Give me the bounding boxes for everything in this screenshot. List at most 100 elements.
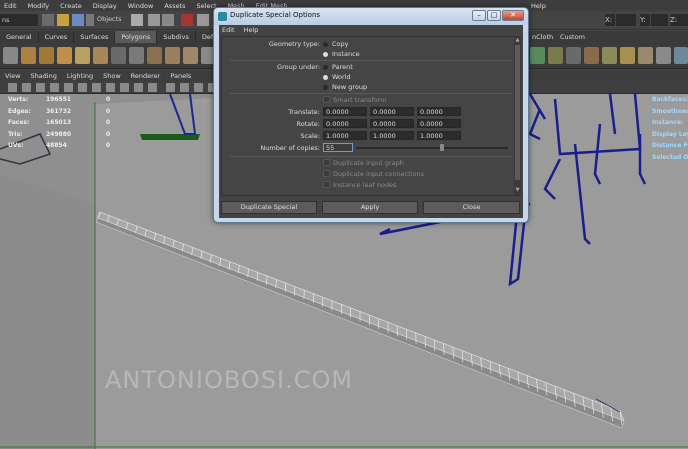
scale-x-field[interactable]: 1.0000 <box>323 131 367 140</box>
poly-torus-icon[interactable] <box>93 47 108 64</box>
smooth-icon[interactable] <box>165 47 180 64</box>
menu-edit[interactable]: Edit <box>4 2 17 10</box>
bookmark-icon[interactable] <box>22 83 31 92</box>
poly-sphere-icon[interactable] <box>3 47 18 64</box>
select-by-hierarchy-icon[interactable] <box>131 14 143 26</box>
maximize-button[interactable]: □ <box>487 10 501 21</box>
separate-icon[interactable] <box>129 47 144 64</box>
combine-icon[interactable] <box>111 47 126 64</box>
select-by-object-icon[interactable] <box>148 14 160 26</box>
poly-cone-icon[interactable] <box>57 47 72 64</box>
menu-display[interactable]: Display <box>93 2 117 10</box>
instance-leaf-nodes-checkbox[interactable] <box>323 181 330 188</box>
select-by-component-icon[interactable] <box>162 14 174 26</box>
group-world-label[interactable]: World <box>332 73 351 81</box>
menu-create[interactable]: Create <box>60 2 82 10</box>
copies-field[interactable]: 55 <box>323 143 353 152</box>
panel-menu-shading[interactable]: Shading <box>30 72 56 80</box>
scale-z-field[interactable]: 1.0000 <box>417 131 461 140</box>
tab-ncloth[interactable]: nCloth <box>527 31 559 43</box>
group-new-group-radio[interactable] <box>323 85 328 90</box>
tab-subdivs[interactable]: Subdivs <box>157 31 196 43</box>
bounding-box-icon[interactable] <box>148 83 157 92</box>
geometry-instance-radio[interactable] <box>323 52 328 57</box>
panel-menu-lighting[interactable]: Lighting <box>67 72 93 80</box>
group-parent-radio[interactable] <box>323 65 328 70</box>
poly-cube-icon[interactable] <box>21 47 36 64</box>
tab-custom[interactable]: Custom <box>555 31 590 43</box>
unfold-uv-icon[interactable] <box>674 47 688 64</box>
panel-menu-view[interactable]: View <box>5 72 20 80</box>
checker-icon[interactable] <box>566 47 581 64</box>
translate-z-field[interactable]: 0.0000 <box>417 107 461 116</box>
tab-general[interactable]: General <box>0 31 39 43</box>
grid-toggle-icon[interactable] <box>50 83 59 92</box>
duplicate-input-connections-checkbox[interactable] <box>323 170 330 177</box>
selection-mask-icon[interactable] <box>86 14 94 26</box>
render-icon[interactable] <box>181 14 193 26</box>
panel-menu-renderer[interactable]: Renderer <box>131 72 161 80</box>
apply-button[interactable]: Apply <box>322 201 418 214</box>
cylindrical-map-icon[interactable] <box>584 47 599 64</box>
copies-slider-track[interactable] <box>356 147 508 149</box>
wireframe-icon[interactable] <box>106 83 115 92</box>
objects-mode-label[interactable]: Objects <box>97 15 122 23</box>
group-new-group-label[interactable]: New group <box>332 83 367 91</box>
scroll-thumb[interactable] <box>515 45 520 180</box>
rotate-z-field[interactable]: 0.0000 <box>417 119 461 128</box>
uv-editor-icon[interactable] <box>530 47 545 64</box>
scroll-up-icon[interactable]: ▲ <box>515 38 520 43</box>
image-plane-icon[interactable] <box>36 83 45 92</box>
rotate-x-field[interactable]: 0.0000 <box>323 119 367 128</box>
boolean-icon[interactable] <box>183 47 198 64</box>
translate-x-field[interactable]: 0.0000 <box>323 107 367 116</box>
menu-window[interactable]: Window <box>128 2 154 10</box>
mode-dropdown[interactable]: ns <box>0 14 38 26</box>
copies-slider-handle[interactable] <box>440 144 444 151</box>
duplicate-input-graph-checkbox[interactable] <box>323 159 330 166</box>
x-field[interactable] <box>616 14 636 26</box>
close-window-button[interactable]: ✕ <box>502 10 524 21</box>
rotate-y-field[interactable]: 0.0000 <box>370 119 414 128</box>
group-world-radio[interactable] <box>323 75 328 80</box>
group-parent-label[interactable]: Parent <box>332 63 353 71</box>
translate-y-field[interactable]: 0.0000 <box>370 107 414 116</box>
textured-icon[interactable] <box>166 83 175 92</box>
lights-icon[interactable] <box>180 83 189 92</box>
tab-curves[interactable]: Curves <box>39 31 75 43</box>
automatic-map-icon[interactable] <box>620 47 635 64</box>
geometry-copy-radio[interactable] <box>323 42 328 47</box>
smooth-shade-icon[interactable] <box>120 83 129 92</box>
ipr-render-icon[interactable] <box>197 14 209 26</box>
menu-help[interactable]: Help <box>531 2 546 10</box>
menu-modify[interactable]: Modify <box>28 2 50 10</box>
minimize-button[interactable]: – <box>472 10 486 21</box>
shadows-icon[interactable] <box>194 83 203 92</box>
open-scene-icon[interactable] <box>57 14 69 26</box>
resolution-gate-icon[interactable] <box>78 83 87 92</box>
film-gate-icon[interactable] <box>64 83 73 92</box>
camera-icon[interactable] <box>8 83 17 92</box>
panel-menu-panels[interactable]: Panels <box>170 72 191 80</box>
spherical-map-icon[interactable] <box>602 47 617 64</box>
poly-cylinder-icon[interactable] <box>39 47 54 64</box>
cut-uv-icon[interactable] <box>656 47 671 64</box>
poly-plane-icon[interactable] <box>75 47 90 64</box>
geometry-copy-label[interactable]: Copy <box>332 40 349 48</box>
flat-shade-icon[interactable] <box>134 83 143 92</box>
sew-uv-icon[interactable] <box>638 47 653 64</box>
geometry-instance-label[interactable]: Instance <box>332 50 360 58</box>
smart-transform-checkbox[interactable] <box>323 96 330 103</box>
dialog-titlebar[interactable]: Duplicate Special Options – □ ✕ <box>214 8 528 25</box>
dialog-menu-help[interactable]: Help <box>244 26 259 34</box>
y-field[interactable] <box>651 14 668 26</box>
save-scene-icon[interactable] <box>72 14 84 26</box>
close-button[interactable]: Close <box>423 201 520 214</box>
tab-surfaces[interactable]: Surfaces <box>74 31 116 43</box>
panel-menu-show[interactable]: Show <box>103 72 121 80</box>
tab-polygons[interactable]: Polygons <box>115 31 158 43</box>
safe-action-icon[interactable] <box>92 83 101 92</box>
scroll-down-icon[interactable]: ▼ <box>515 188 520 193</box>
options-scrollbar[interactable]: ▲ ▼ <box>514 37 521 195</box>
menu-assets[interactable]: Assets <box>164 2 185 10</box>
